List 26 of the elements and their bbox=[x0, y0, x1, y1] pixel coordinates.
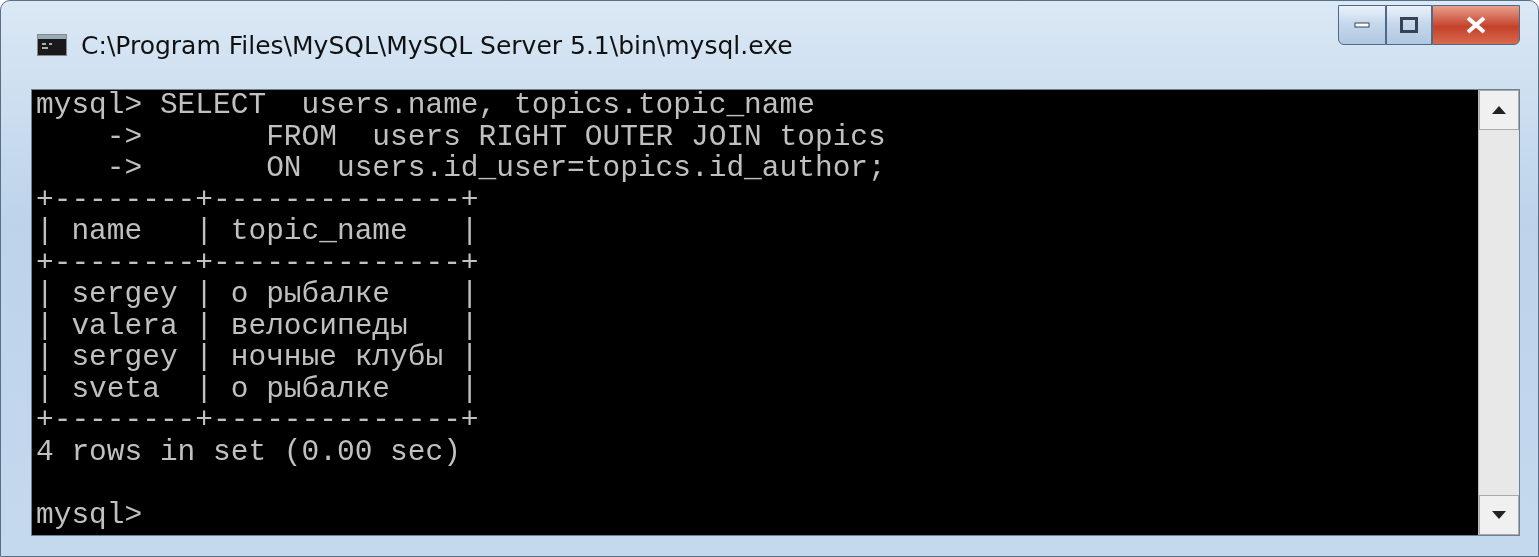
scroll-down-button[interactable] bbox=[1479, 495, 1519, 535]
console-line: | name | topic_name | bbox=[36, 216, 479, 248]
minimize-icon bbox=[1354, 22, 1370, 28]
scrollbar[interactable] bbox=[1478, 90, 1519, 535]
console-line: | sergey | о рыбалке | bbox=[36, 279, 479, 311]
console-line: | sergey | ночные клубы | bbox=[36, 342, 479, 374]
console-line: mysql> SELECT users.name, topics.topic_name bbox=[36, 90, 815, 122]
scroll-up-button[interactable] bbox=[1479, 90, 1519, 130]
console-line: +--------+--------------+ bbox=[36, 184, 479, 216]
maximize-button[interactable] bbox=[1386, 5, 1432, 45]
console-line: | valera | велосипеды | bbox=[36, 310, 479, 342]
console-prompt: mysql> bbox=[36, 499, 143, 531]
window-title: C:\Program Files\MySQL\MySQL Server 5.1\bin\mysql.exe bbox=[81, 30, 794, 60]
console-line: | sveta | о рыбалке | bbox=[36, 373, 479, 405]
console-line: +--------+--------------+ bbox=[36, 247, 479, 279]
console-line: +--------+--------------+ bbox=[36, 405, 479, 437]
console-app-icon bbox=[37, 34, 67, 56]
up-arrow-icon bbox=[1492, 106, 1506, 114]
minimize-button[interactable] bbox=[1338, 5, 1386, 45]
console-line: -> FROM users RIGHT OUTER JOIN topics bbox=[105, 121, 886, 153]
console-line: -> ON users.id_user=topics.id_author; bbox=[105, 153, 886, 185]
down-arrow-icon bbox=[1492, 511, 1506, 519]
maximize-icon bbox=[1400, 17, 1418, 33]
console-line: 4 rows in set (0.00 sec) bbox=[36, 436, 461, 468]
close-button[interactable] bbox=[1432, 5, 1520, 45]
close-icon bbox=[1465, 15, 1487, 35]
